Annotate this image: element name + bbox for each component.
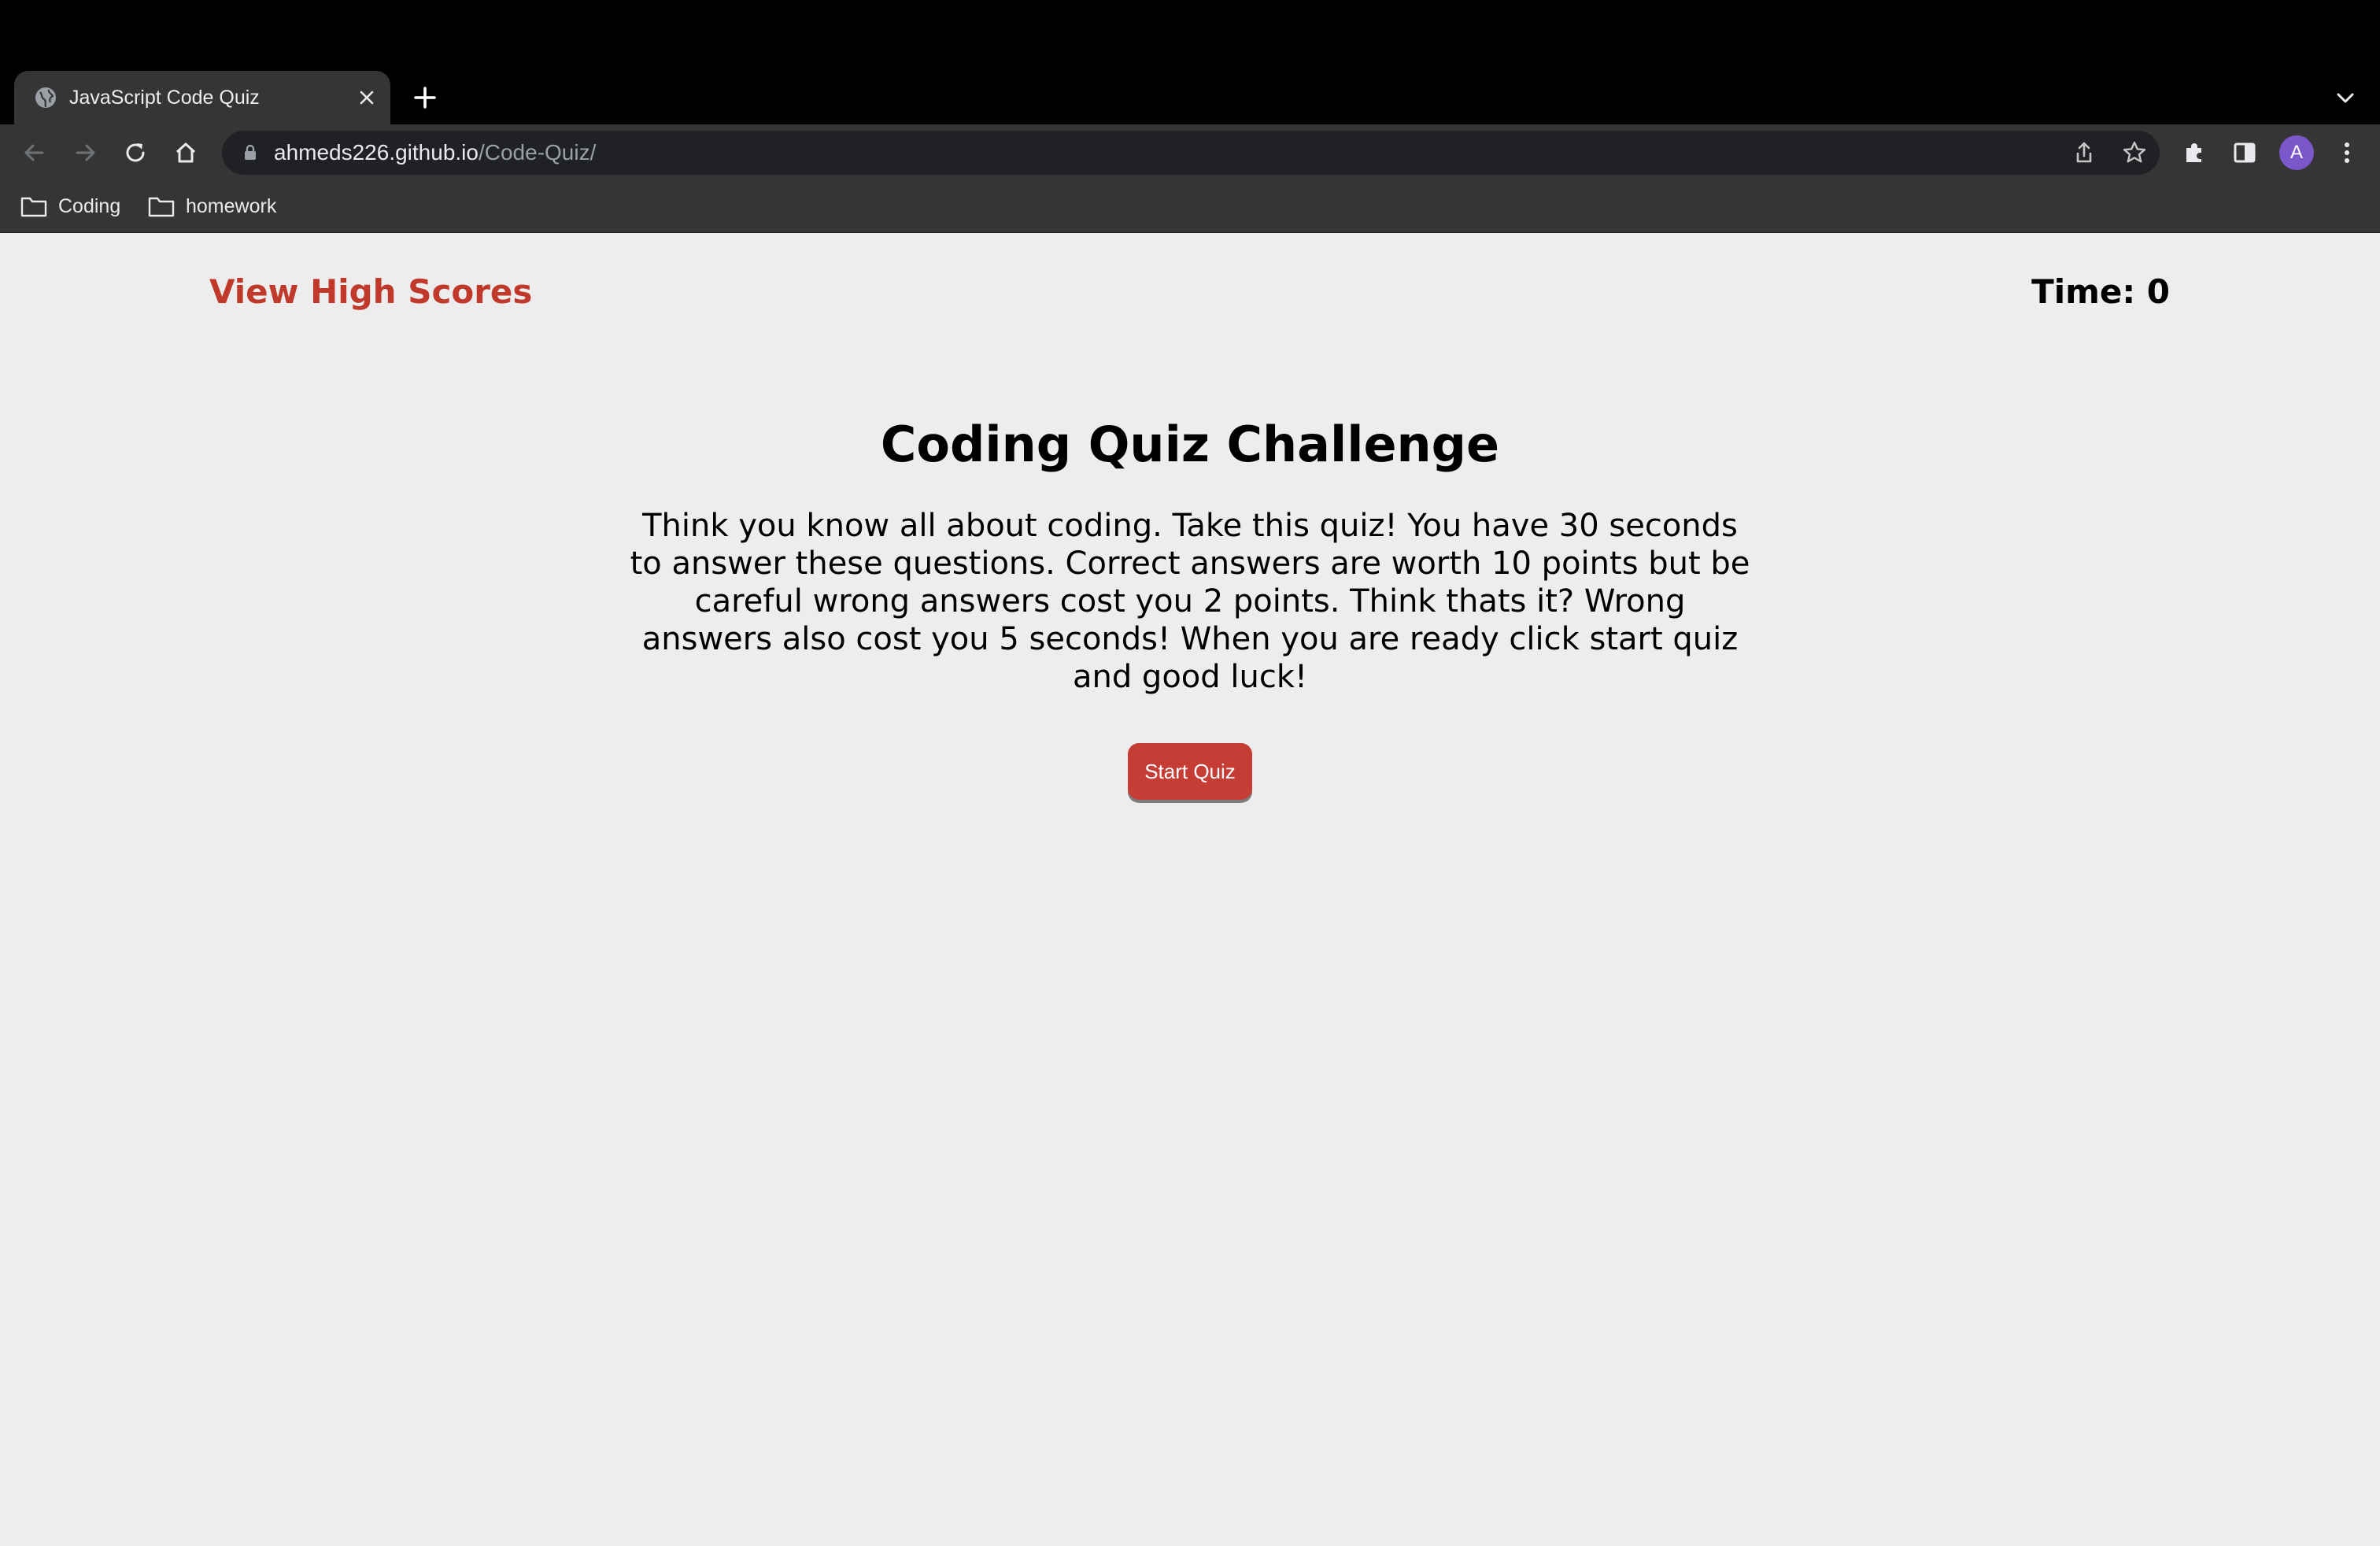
side-panel-icon[interactable] <box>2227 135 2262 170</box>
browser-tab[interactable]: JavaScript Code Quiz <box>14 71 390 124</box>
globe-icon <box>35 87 56 108</box>
new-tab-plus-icon[interactable] <box>409 82 441 113</box>
timer-display: Time: 0 <box>2031 272 2170 311</box>
forward-arrow-icon[interactable] <box>68 135 102 170</box>
bookmark-label: homework <box>186 194 277 217</box>
bookmark-coding[interactable]: Coding <box>20 189 120 224</box>
tab-strip: JavaScript Code Quiz <box>0 0 2380 124</box>
close-icon[interactable] <box>356 87 378 109</box>
folder-icon <box>148 197 175 217</box>
bookmarks-bar: Coding homework <box>0 181 2380 233</box>
url-text[interactable]: ahmeds226.github.io/Code-Quiz/ <box>274 131 596 175</box>
browser-toolbar: ahmeds226.github.io/Code-Quiz/ A <box>0 124 2380 181</box>
extensions-puzzle-icon[interactable] <box>2177 135 2212 170</box>
tab-title: JavaScript Code Quiz <box>69 87 260 109</box>
browser-chrome: JavaScript Code Quiz ahmeds226.github.io… <box>0 0 2380 233</box>
url-path: /Code-Quiz/ <box>478 140 597 165</box>
lock-icon[interactable] <box>239 142 261 164</box>
chevron-down-icon[interactable] <box>2331 83 2360 112</box>
home-icon[interactable] <box>168 135 203 170</box>
bookmark-homework[interactable]: homework <box>148 189 276 224</box>
folder-icon <box>20 197 47 217</box>
quiz-instructions: Think you know all about coding. Take th… <box>630 508 1750 695</box>
share-icon[interactable] <box>2070 139 2098 167</box>
start-quiz-button[interactable]: Start Quiz <box>1128 743 1252 800</box>
reload-icon[interactable] <box>118 135 153 170</box>
address-bar[interactable]: ahmeds226.github.io/Code-Quiz/ <box>222 131 2160 175</box>
view-high-scores-link[interactable]: View High Scores <box>209 272 532 311</box>
url-host: ahmeds226.github.io <box>274 140 479 165</box>
more-vert-icon[interactable] <box>2330 135 2364 170</box>
profile-avatar[interactable]: A <box>2279 135 2314 170</box>
page-title: Coding Quiz Challenge <box>880 416 1500 473</box>
bookmark-label: Coding <box>58 194 121 217</box>
back-arrow-icon[interactable] <box>17 135 52 170</box>
star-icon[interactable] <box>2120 139 2149 167</box>
page-content: View High Scores Time: 0 Coding Quiz Cha… <box>0 233 2380 1546</box>
